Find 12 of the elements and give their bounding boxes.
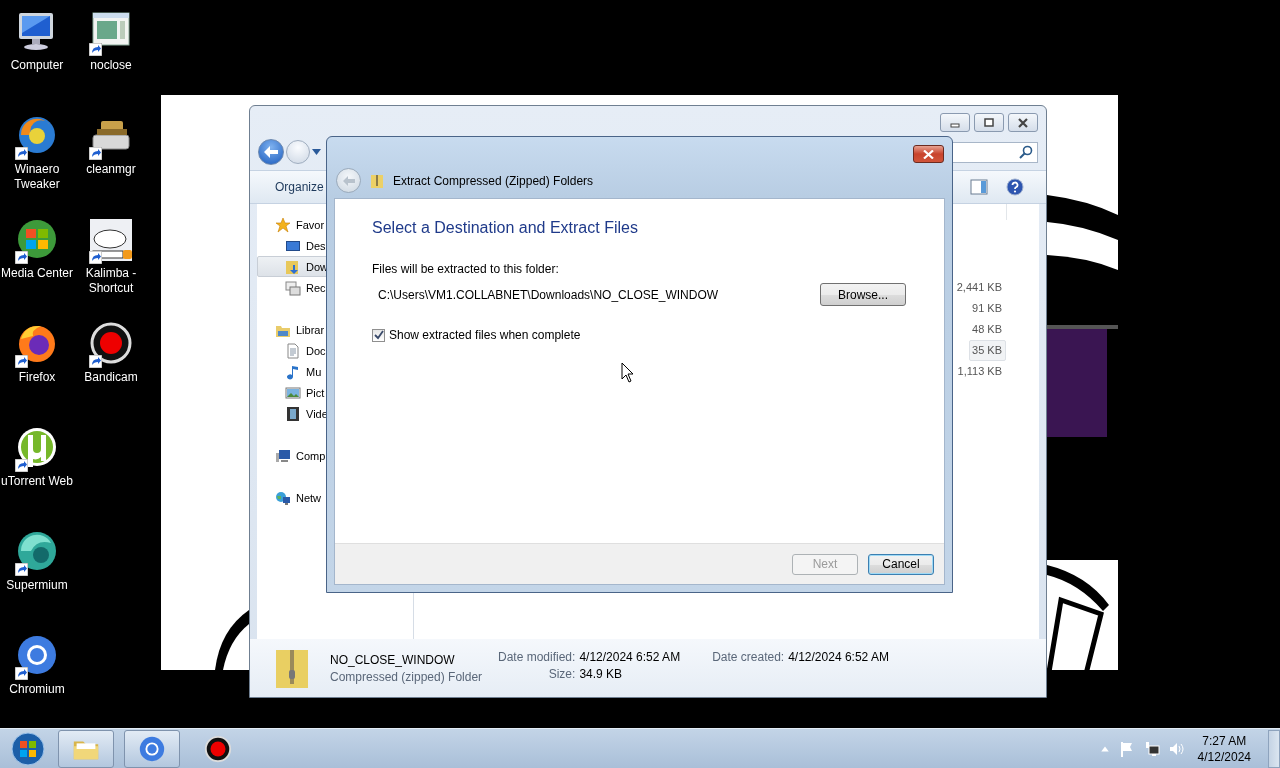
property-label: Size: (547, 667, 576, 681)
folder-label: Files will be extracted to this folder: (372, 262, 560, 276)
property-value: 4/12/2024 6:52 AM (788, 650, 889, 664)
dialog-heading: Select a Destination and Extract Files (372, 219, 639, 237)
property-label: Date modified: (498, 650, 576, 664)
file-name: NO_CLOSE_WINDOW (330, 652, 456, 667)
folder-path: C:\Users\VM1.COLLABNET\Downloads\NO_CLOSE_WINDOW (377, 287, 719, 302)
dialog-title: Extract Compressed (Zipped) Folders (393, 173, 594, 188)
property-value: 34.9 KB (579, 667, 624, 681)
file-type: Compressed (zipped) Folder (330, 669, 480, 684)
property-label: Date created: (712, 650, 785, 664)
property-value: 4/12/2024 6:52 AM (579, 650, 681, 664)
